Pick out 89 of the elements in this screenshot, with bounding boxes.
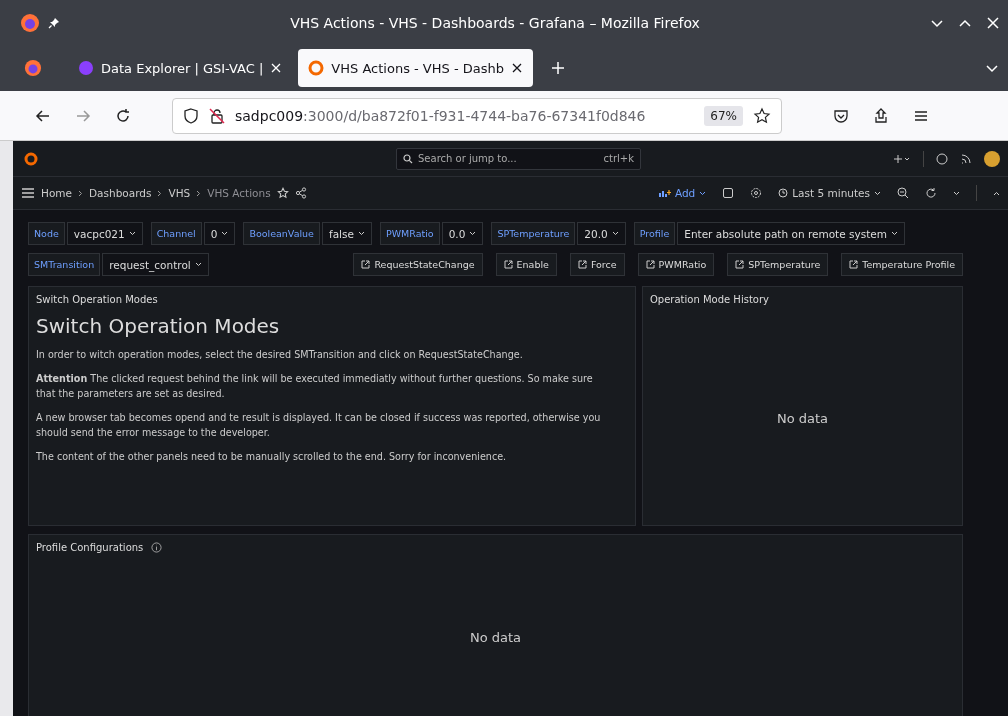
variable-dropdown[interactable]: vacpc021 [66,222,143,245]
variable-label: Profile [633,222,676,245]
chevron-down-icon [953,190,960,196]
chevron-down-icon [128,231,136,236]
chevron-down-icon [221,231,229,236]
star-icon[interactable] [753,106,771,125]
close-icon[interactable] [270,62,283,74]
variable-label: Node [28,222,65,245]
menu-icon[interactable] [21,187,35,199]
variable-label: BooleanValue [243,222,320,245]
chevron-down-icon [874,190,881,196]
external-link-icon [361,260,371,269]
variable-dropdown[interactable]: 0.0 [441,222,484,245]
variable-label: PWMRatio [379,222,440,245]
no-data-message: No data [776,411,829,426]
reload-icon[interactable] [114,106,132,125]
dashboard-link[interactable]: PWMRatio [637,253,715,276]
share-icon[interactable] [872,106,890,125]
close-icon[interactable] [511,62,523,74]
chevron-down-icon [890,231,898,236]
zoom-out-icon[interactable] [897,187,909,199]
star-icon[interactable] [276,187,289,199]
panel-heading: Switch Operation Modes [36,314,281,338]
zoom-level-button[interactable]: 67% [704,105,743,126]
variable-dropdown[interactable]: Enter absolute path on remote system [677,222,905,245]
variable-dropdown[interactable]: 20.0 [577,222,626,245]
new-tab-icon[interactable] [551,61,565,75]
breadcrumb-link[interactable]: Home [41,187,72,199]
share-icon[interactable] [294,187,307,199]
paragraph: In order to witch operation modes, select the desired SMTransition and click on RequestStateChange. [36,348,524,362]
dashboard-link[interactable]: SPTemperature [727,253,829,276]
search-field[interactable]: Search or jump to... ctrl+k [396,147,641,170]
browser-tab[interactable]: VHS Actions - VHS - Dashb [298,49,533,87]
dashboard-link[interactable]: RequestStateChange [353,253,483,276]
panel-title: Profile Configurations [36,542,144,553]
info-icon[interactable] [151,542,163,553]
insecure-lock-icon [209,107,225,124]
shield-icon [183,107,199,124]
external-link-icon [503,260,513,269]
chevron-down-icon [469,231,477,236]
refresh-icon[interactable] [925,187,937,199]
dashboard-link[interactable]: Temperature Profile [841,253,963,276]
chevron-right-icon [196,189,202,197]
firefox-icon[interactable] [24,59,42,77]
avatar-icon[interactable] [984,150,1000,167]
chevron-down-icon [194,262,202,267]
pin-icon[interactable] [48,16,60,29]
paragraph: The content of the other panels need to be manually scrolled to the end. Sorry for inconvenience. [36,449,508,464]
address-field[interactable]: sadpc009:3000/d/ba872f01-f931-4744-ba76-67341f0d846 67% [172,97,782,134]
chevron-up-icon [993,190,1000,196]
variable-dropdown[interactable]: 0 [203,222,236,245]
settings-icon[interactable] [750,187,763,199]
external-link-icon [645,260,655,269]
grafana-icon [308,60,325,76]
breadcrumb-link[interactable]: VHS Actions [207,187,271,199]
clock-icon [778,188,789,198]
search-icon [403,153,413,164]
chevron-down-icon [357,231,365,236]
add-button[interactable]: Add [658,187,707,199]
external-link-icon [577,260,587,269]
save-icon[interactable] [722,187,735,199]
variable-dropdown[interactable]: false [321,222,372,245]
external-link-icon [735,260,745,269]
variable-label: Channel [150,222,202,245]
dashboard-link[interactable]: Force [569,253,625,276]
no-data-message: No data [469,630,522,645]
paragraph: A new browser tab becomes opend and te result is displayed. It can be closed if success was reported, otherwise you should send the error message to the developer. [36,411,602,440]
variable-dropdown[interactable]: request_control [102,253,209,276]
time-range-picker[interactable]: Last 5 minutes [778,187,881,199]
panel-title: Switch Operation Modes [36,294,158,305]
variable-label: SPTemperature [491,222,576,245]
chevron-right-icon [157,189,163,197]
rss-icon[interactable] [960,152,972,165]
chevron-right-icon [78,189,83,197]
grafana-logo-icon[interactable] [23,150,39,167]
chevron-down-icon [611,231,619,236]
breadcrumb-link[interactable]: Dashboards [89,187,152,199]
variable-label: SMTransition [28,253,101,276]
external-link-icon [849,260,859,269]
window-title: VHS Actions - VHS - Dashboards - Grafana – Mozilla Firefox [289,14,701,31]
firefox-icon [20,12,40,33]
dashboard-link[interactable]: Enable [495,253,557,276]
plus-icon[interactable] [893,153,911,164]
chart-icon [658,188,671,198]
breadcrumb-link[interactable]: VHS [168,187,191,199]
chevron-down-icon [699,190,707,196]
browser-tab[interactable]: Data Explorer | GSI-VAC | [68,49,293,87]
paragraph: Attention The clicked request behind the link will be executed immediatly without further questions. So make sure that the parameters are set as desired. [36,372,594,401]
panel-title: Operation Mode History [650,294,769,305]
